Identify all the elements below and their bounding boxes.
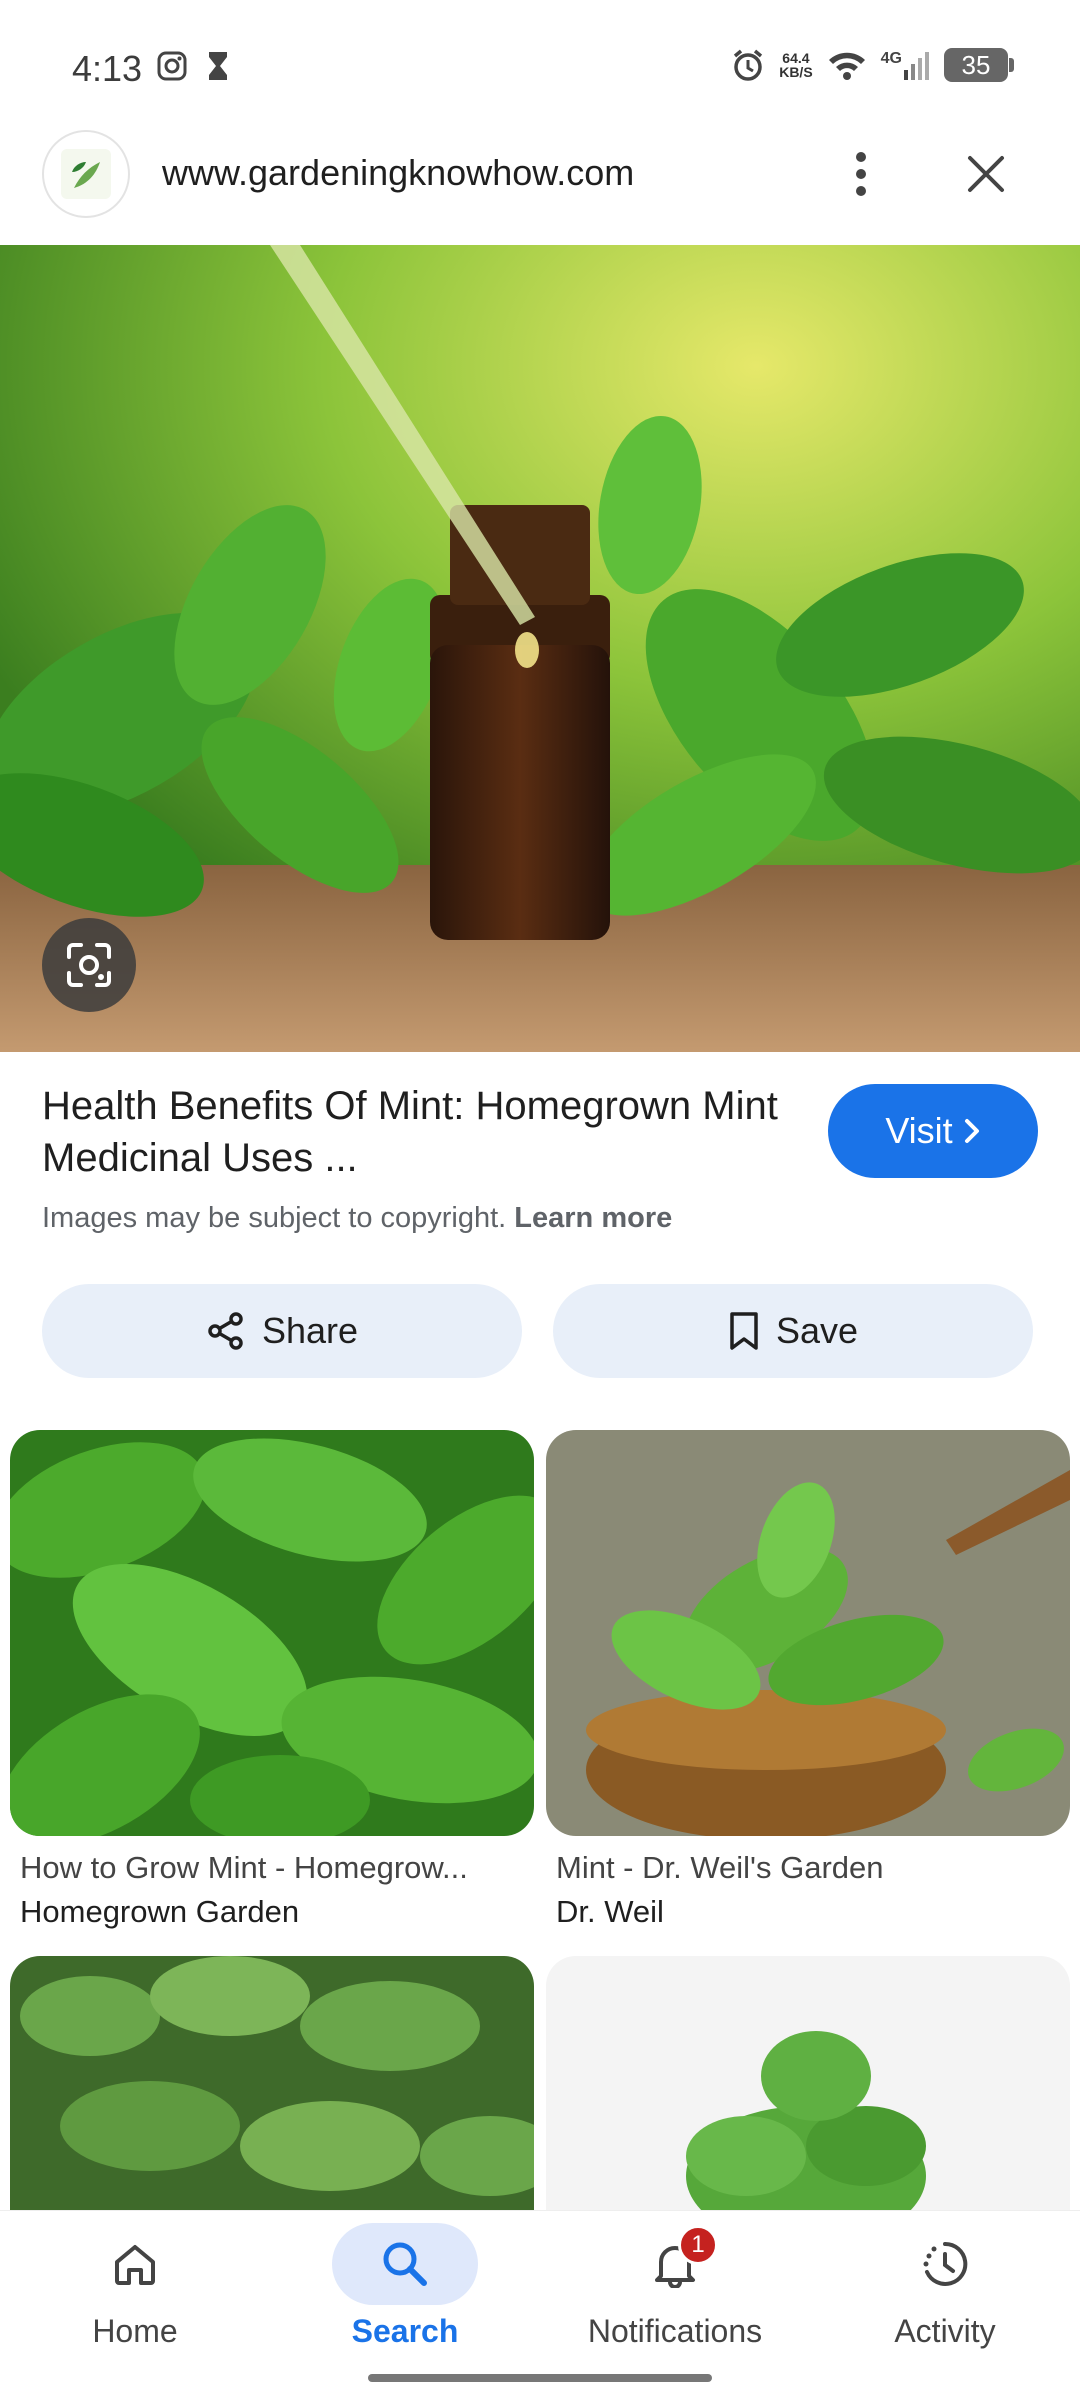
net-speed-value: 64.4 bbox=[782, 50, 810, 66]
related-title[interactable]: Mint - Dr. Weil's Garden bbox=[546, 1850, 1070, 1886]
related-card[interactable]: How to Grow Mint - Homegrow... Homegrown… bbox=[10, 1430, 534, 1930]
main-image[interactable] bbox=[0, 245, 1080, 1052]
result-title[interactable]: Health Benefits Of Mint: Homegrown Mint … bbox=[42, 1080, 802, 1184]
visit-label: Visit bbox=[885, 1110, 953, 1151]
wifi-icon bbox=[828, 52, 865, 80]
network-type: 4G bbox=[880, 50, 902, 67]
nav-home[interactable]: Home bbox=[0, 2211, 270, 2371]
related-card[interactable]: Mint - Dr. Weil's Garden Dr. Weil bbox=[546, 1430, 1070, 1930]
nav-notifications[interactable]: 1 Notifications bbox=[540, 2211, 810, 2371]
nav-notifications-icon-wrap: 1 bbox=[602, 2223, 748, 2305]
save-label: Save bbox=[775, 1310, 859, 1351]
close-button[interactable] bbox=[956, 144, 1016, 204]
instagram-icon bbox=[157, 51, 187, 81]
nav-search-icon-wrap bbox=[332, 2223, 478, 2305]
lens-button[interactable] bbox=[42, 918, 136, 1012]
viewer-header: www.gardeningknowhow.com bbox=[0, 130, 1080, 245]
alarm-icon bbox=[734, 49, 763, 81]
hourglass-icon bbox=[209, 52, 227, 80]
mint-oil-photo bbox=[0, 245, 1080, 1052]
nav-activity[interactable]: Activity bbox=[810, 2211, 1080, 2371]
related-thumbnail[interactable] bbox=[10, 1430, 534, 1836]
share-icon bbox=[208, 1312, 243, 1350]
related-card[interactable] bbox=[10, 1956, 534, 2216]
nav-activity-icon-wrap bbox=[872, 2223, 1018, 2305]
more-vertical-icon bbox=[856, 152, 866, 196]
search-icon bbox=[383, 2242, 427, 2286]
google-lens-icon bbox=[67, 943, 111, 987]
nav-activity-label: Activity bbox=[894, 2313, 996, 2349]
status-time: 4:13 bbox=[72, 48, 143, 89]
close-icon bbox=[968, 156, 1004, 192]
gesture-bar[interactable] bbox=[368, 2374, 712, 2382]
cell-signal-icon: 4G bbox=[881, 50, 930, 80]
leaf-logo-icon bbox=[61, 149, 111, 199]
net-speed: 64.4 KB/S bbox=[779, 51, 812, 79]
notification-badge: 1 bbox=[678, 2225, 718, 2265]
status-right-icons: 64.4 KB/S 4G 35 bbox=[731, 48, 1014, 82]
related-source: Homegrown Garden bbox=[20, 1894, 300, 1929]
save-button[interactable]: Save bbox=[553, 1284, 1033, 1378]
copyright-text: Images may be subject to copyright. bbox=[42, 1202, 507, 1234]
nav-search[interactable]: Search bbox=[270, 2211, 540, 2371]
copyright-notice: Images may be subject to copyright. Lear… bbox=[42, 1202, 672, 1235]
related-thumbnail[interactable] bbox=[546, 1956, 1070, 2216]
status-bar: 4:13 64.4 KB/S 4G 35 bbox=[0, 0, 1080, 130]
related-card[interactable] bbox=[546, 1956, 1070, 2216]
related-title[interactable]: How to Grow Mint - Homegrow... bbox=[10, 1850, 534, 1886]
learn-more-link[interactable]: Learn more bbox=[514, 1202, 672, 1234]
related-thumbnail[interactable] bbox=[546, 1430, 1070, 1836]
nav-notifications-label: Notifications bbox=[587, 2313, 763, 2349]
home-icon bbox=[115, 2245, 155, 2285]
activity-icon bbox=[923, 2241, 968, 2286]
share-label: Share bbox=[261, 1310, 359, 1351]
related-thumbnail[interactable] bbox=[10, 1956, 534, 2216]
battery-indicator: 35 bbox=[944, 48, 1014, 82]
nav-search-label: Search bbox=[351, 2313, 459, 2349]
nav-home-icon-wrap bbox=[62, 2223, 208, 2305]
share-button[interactable]: Share bbox=[42, 1284, 522, 1378]
visit-button[interactable]: Visit bbox=[828, 1084, 1038, 1178]
nav-home-label: Home bbox=[92, 2313, 178, 2349]
site-url[interactable]: www.gardeningknowhow.com bbox=[162, 152, 634, 194]
more-options-button[interactable] bbox=[836, 144, 886, 204]
related-source: Dr. Weil bbox=[556, 1894, 664, 1929]
chevron-right-icon bbox=[964, 1119, 979, 1143]
site-favicon[interactable] bbox=[42, 130, 130, 218]
status-left-icons bbox=[156, 50, 230, 82]
bookmark-icon bbox=[730, 1312, 758, 1350]
net-speed-unit: KB/S bbox=[779, 64, 813, 80]
bottom-navigation: Home Search 1 Notifications Activity bbox=[0, 2210, 1080, 2400]
